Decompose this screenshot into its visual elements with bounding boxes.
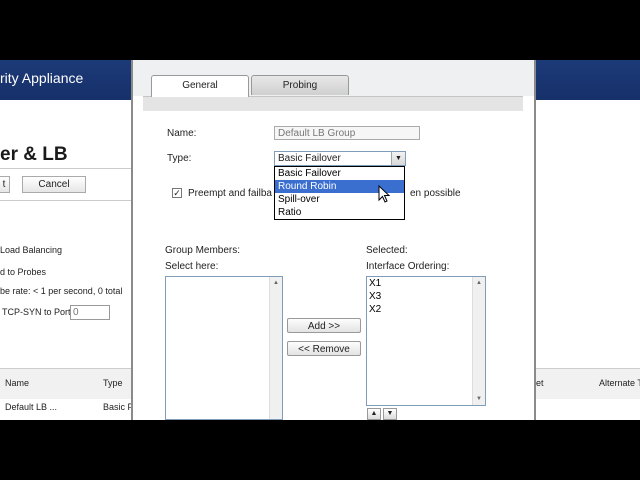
load-balancing-label: Load Balancing [0, 245, 63, 255]
list-item[interactable]: X3 [367, 290, 485, 303]
column-type: Type [103, 378, 123, 388]
scroll-up-icon[interactable]: ▲ [473, 277, 485, 289]
move-down-icon[interactable]: ▼ [383, 408, 397, 420]
preempt-label-suffix: en possible [410, 188, 461, 199]
name-label: Name: [167, 128, 197, 139]
add-button[interactable]: Add >> [287, 318, 361, 333]
type-select[interactable]: Basic Failover ▼ [274, 151, 406, 166]
page-title: er & LB [0, 144, 68, 165]
probe-rate-label: be rate: < 1 per second, 0 total [0, 286, 123, 296]
lb-group-dialog: General Probing Name: Default LB Group T… [131, 60, 536, 420]
app-title: rity Appliance [0, 70, 84, 86]
list-item[interactable]: X1 [367, 277, 485, 290]
type-option-basic-failover[interactable]: Basic Failover [275, 167, 404, 180]
list-item[interactable]: X2 [367, 303, 485, 316]
tab-probing[interactable]: Probing [251, 75, 349, 95]
type-option-ratio[interactable]: Ratio [275, 206, 404, 219]
screen: rity Appliance er & LB t Cancel Load Bal… [0, 60, 640, 420]
probes-label: d to Probes [0, 267, 47, 277]
name-field[interactable]: Default LB Group [274, 126, 420, 140]
table-row-type[interactable]: Basic F [103, 402, 133, 412]
column-alternate: Alternate T [599, 378, 640, 388]
type-label: Type: [167, 153, 192, 164]
preempt-label: Preempt and failba [188, 188, 272, 199]
column-et: et [536, 378, 544, 388]
scroll-up-icon[interactable]: ▲ [270, 277, 282, 289]
remove-button[interactable]: << Remove [287, 341, 361, 356]
tab-strip [143, 96, 523, 111]
column-name: Name [5, 378, 30, 388]
selected-interfaces-list[interactable]: X1 X3 X2 ▲ ▼ [366, 276, 486, 406]
move-up-icon[interactable]: ▲ [367, 408, 381, 420]
type-select-value: Basic Failover [278, 153, 341, 164]
tcp-syn-label: TCP-SYN to Port [2, 307, 71, 317]
ok-button[interactable]: t [0, 176, 10, 193]
divider [0, 168, 131, 169]
tcp-port-input[interactable]: 0 [70, 305, 110, 320]
mouse-cursor-icon [378, 185, 390, 203]
cancel-button[interactable]: Cancel [22, 176, 86, 193]
select-here-label: Select here: [165, 261, 219, 272]
tab-general[interactable]: General [151, 75, 249, 97]
available-interfaces-list[interactable]: ▲ [165, 276, 283, 420]
chevron-down-icon[interactable]: ▼ [391, 152, 405, 165]
scrollbar[interactable]: ▲ [269, 277, 282, 419]
group-members-label: Group Members: [165, 245, 241, 256]
scroll-down-icon[interactable]: ▼ [473, 393, 485, 405]
table-row-name[interactable]: Default LB ... [5, 402, 57, 412]
divider [0, 200, 131, 201]
scrollbar[interactable]: ▲ ▼ [472, 277, 485, 405]
preempt-checkbox[interactable]: ✓ [172, 188, 182, 198]
selected-label: Selected: [366, 245, 408, 256]
interface-ordering-label: Interface Ordering: [366, 261, 450, 272]
